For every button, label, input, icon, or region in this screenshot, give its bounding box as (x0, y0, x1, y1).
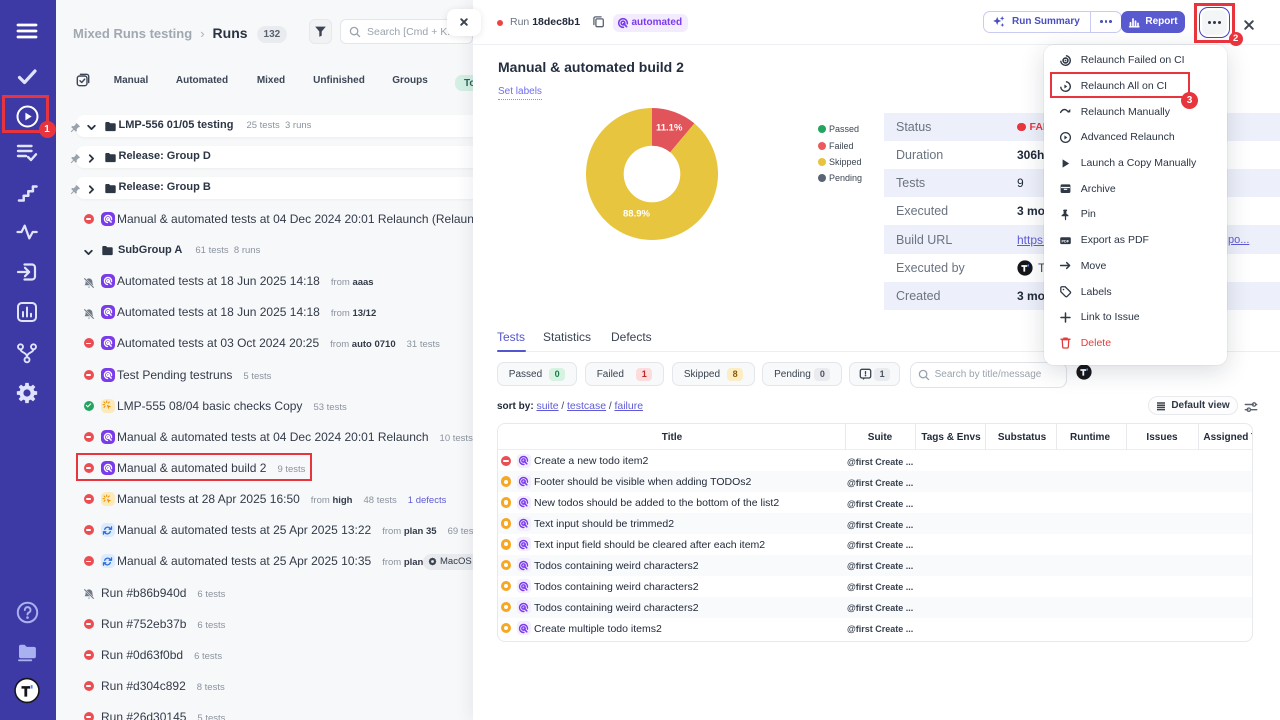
svg-text:PDF: PDF (1061, 239, 1069, 243)
svg-text:88.9%: 88.9% (623, 208, 650, 219)
svg-text:11.1%: 11.1% (656, 122, 683, 133)
